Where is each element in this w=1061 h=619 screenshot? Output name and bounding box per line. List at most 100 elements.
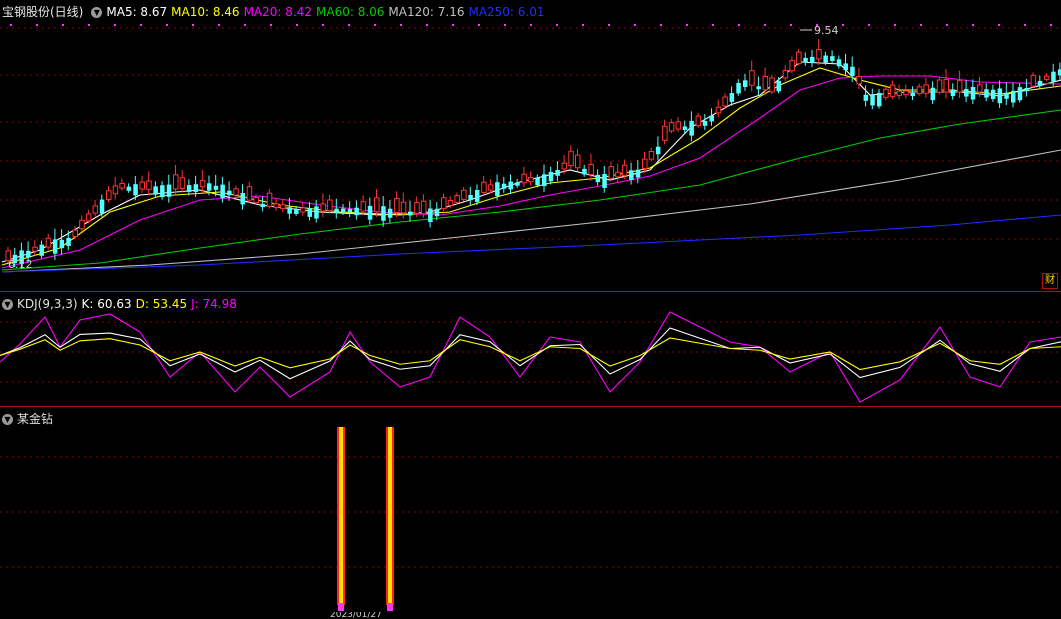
candle-up: [749, 70, 755, 86]
marker-dot: [140, 24, 142, 26]
candle-up: [575, 154, 581, 169]
candle-up: [608, 166, 614, 179]
candle-up: [648, 151, 655, 160]
legend-ma10: MA10: 8.46: [171, 5, 240, 19]
marker-dot: [478, 24, 480, 26]
candle-down: [1024, 88, 1029, 92]
marker-dot: [322, 24, 324, 26]
candle-up: [615, 171, 621, 178]
marker-dot: [920, 24, 922, 26]
marker-dot: [296, 24, 298, 26]
candle-up: [266, 192, 273, 207]
candle-up: [106, 190, 112, 200]
legend-ma250: MA250: 6.01: [468, 5, 545, 19]
candle-down: [428, 208, 433, 223]
marker-dot: [400, 24, 402, 26]
indicator-chart[interactable]: [0, 407, 1061, 619]
candle-down: [542, 174, 547, 187]
candle-up: [45, 237, 52, 248]
candle-up: [420, 200, 427, 215]
candle-up: [394, 198, 400, 214]
marker-dot: [244, 24, 246, 26]
price-chart-panel[interactable]: 9.54 6.12 宝钢股份(日线) ▼ MA5: 8.67 MA10: 8.46 MA2…: [0, 0, 1061, 291]
candle-up: [1030, 74, 1037, 87]
marker-dot: [88, 24, 90, 26]
legend-ma120: MA120: 7.16: [388, 5, 465, 19]
kdj-d-line: [0, 337, 1061, 371]
ma10-line: [1, 67, 1061, 266]
marker-dot: [582, 24, 584, 26]
collapse-icon[interactable]: ▼: [91, 7, 103, 18]
candle-up: [139, 181, 145, 190]
candle-down: [307, 208, 312, 217]
collapse-icon[interactable]: ▼: [2, 414, 13, 425]
candle-down: [682, 126, 688, 131]
candle-up: [528, 176, 534, 183]
candle-up: [816, 49, 822, 60]
candle-up: [568, 150, 574, 167]
candle-down: [997, 88, 1003, 104]
candle-down: [776, 80, 781, 92]
candle-down: [354, 207, 359, 216]
candle-down: [743, 80, 748, 87]
candle-down: [66, 237, 71, 246]
candle-down: [52, 239, 58, 254]
marker-dot: [426, 24, 428, 26]
candle-down: [153, 186, 158, 195]
kdj-panel[interactable]: ▼ KDJ(9,3,3) K: 60.63 D: 53.45 J: 74.98: [0, 291, 1061, 406]
kdj-k-value: K: 60.63: [81, 297, 132, 311]
candle-down: [381, 206, 386, 221]
candle-up: [642, 158, 648, 169]
candle-down: [495, 182, 500, 196]
candle-up: [789, 60, 795, 72]
high-price-label: 9.54: [814, 24, 839, 37]
marker-dot: [790, 24, 792, 26]
candle-down: [387, 208, 393, 218]
candle-up: [715, 106, 722, 114]
candle-up: [1044, 75, 1050, 80]
candle-down: [166, 184, 172, 197]
candlestick-chart[interactable]: 9.54 6.12: [0, 0, 1061, 291]
marker-dot: [192, 24, 194, 26]
candle-up: [943, 78, 949, 93]
marker-dot: [712, 24, 714, 26]
candle-up: [246, 186, 253, 201]
candle-down: [1011, 90, 1016, 103]
candle-up: [173, 174, 179, 190]
marker-dot: [504, 24, 506, 26]
marker-dot: [348, 24, 350, 26]
candle-down: [515, 182, 520, 186]
marker-dot: [270, 24, 272, 26]
marker-dot: [36, 24, 38, 26]
candle-down: [160, 185, 165, 198]
marker-dot: [218, 24, 220, 26]
candle-up: [782, 69, 789, 79]
candle-down: [26, 250, 31, 258]
ma250-line: [1, 214, 1061, 273]
candle-down: [823, 55, 828, 63]
candle-up: [327, 199, 333, 212]
indicator-panel[interactable]: ▼ 某金钻: [0, 406, 1061, 618]
candle-down: [635, 169, 641, 178]
candle-down: [434, 208, 440, 217]
candle-up: [461, 189, 467, 200]
collapse-icon[interactable]: ▼: [2, 299, 13, 310]
marker-dot: [374, 24, 376, 26]
candle-up: [273, 203, 279, 208]
candle-up: [668, 122, 675, 132]
candle-up: [199, 180, 206, 188]
finance-badge[interactable]: 财: [1042, 273, 1058, 289]
ma5-line: [1, 61, 1061, 263]
candle-down: [334, 208, 339, 213]
legend-ma20: MA20: 8.42: [243, 5, 312, 19]
candle-up: [253, 197, 259, 204]
marker-dot: [972, 24, 974, 26]
candle-up: [675, 121, 681, 130]
candle-down: [508, 181, 513, 190]
candle-down: [408, 211, 413, 216]
low-price-label: 6.12: [8, 258, 33, 271]
candle-down: [1051, 71, 1056, 82]
marker-dot: [452, 24, 454, 26]
candle-down: [736, 83, 741, 94]
candle-up: [454, 195, 460, 203]
